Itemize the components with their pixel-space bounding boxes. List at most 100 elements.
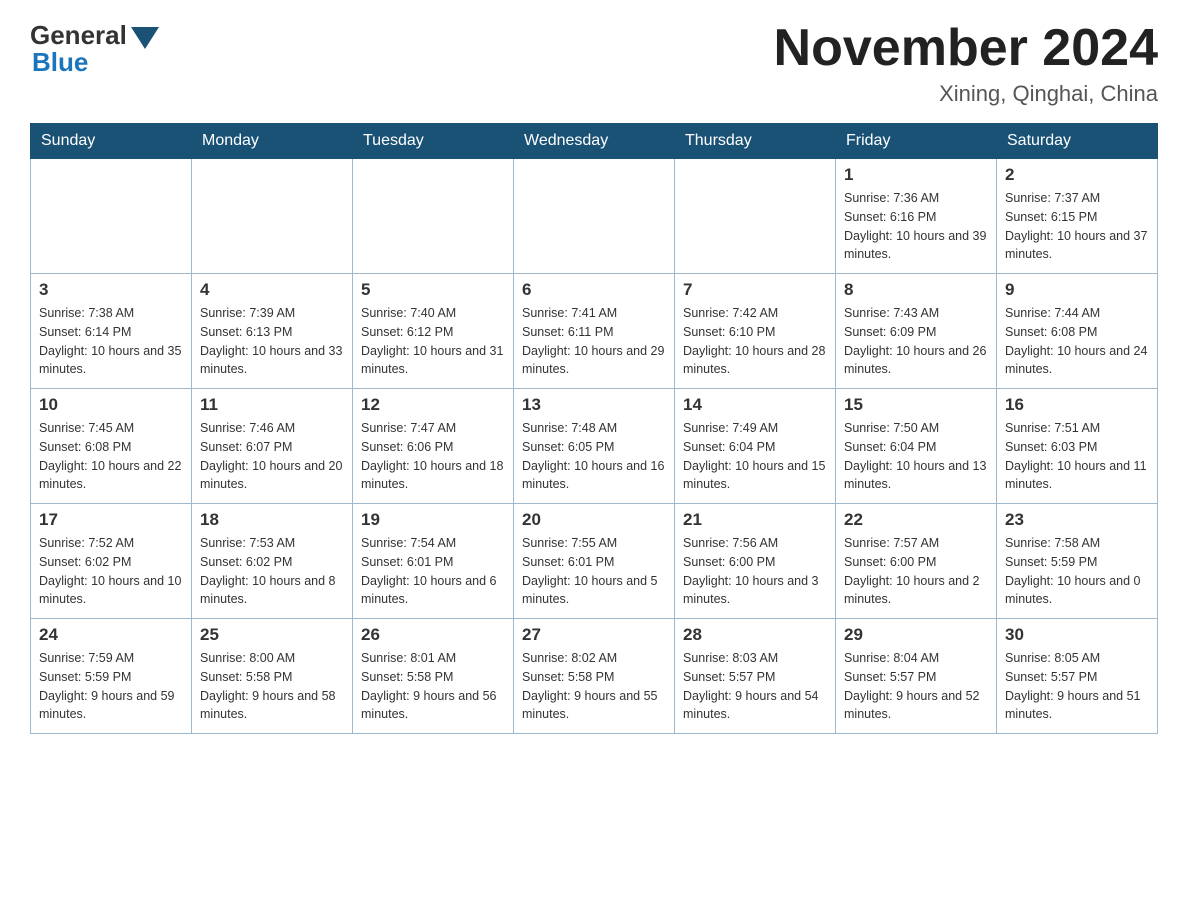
day-number: 9 [1005,280,1149,300]
day-info: Sunrise: 8:01 AMSunset: 5:58 PMDaylight:… [361,649,505,724]
header-tuesday: Tuesday [353,124,514,159]
days-header-row: Sunday Monday Tuesday Wednesday Thursday… [31,124,1158,159]
day-number: 21 [683,510,827,530]
calendar-cell-4-1: 25 Sunrise: 8:00 AMSunset: 5:58 PMDayligh… [192,619,353,734]
day-info: Sunrise: 7:44 AMSunset: 6:08 PMDaylight:… [1005,304,1149,379]
header-saturday: Saturday [997,124,1158,159]
calendar-cell-2-3: 13 Sunrise: 7:48 AMSunset: 6:05 PMDayligh… [514,389,675,504]
day-number: 18 [200,510,344,530]
day-number: 28 [683,625,827,645]
day-number: 4 [200,280,344,300]
day-info: Sunrise: 7:58 AMSunset: 5:59 PMDaylight:… [1005,534,1149,609]
day-info: Sunrise: 7:51 AMSunset: 6:03 PMDaylight:… [1005,419,1149,494]
day-info: Sunrise: 7:55 AMSunset: 6:01 PMDaylight:… [522,534,666,609]
calendar-cell-1-6: 9 Sunrise: 7:44 AMSunset: 6:08 PMDaylight… [997,274,1158,389]
day-info: Sunrise: 7:43 AMSunset: 6:09 PMDaylight:… [844,304,988,379]
day-info: Sunrise: 8:02 AMSunset: 5:58 PMDaylight:… [522,649,666,724]
day-number: 8 [844,280,988,300]
calendar-cell-2-1: 11 Sunrise: 7:46 AMSunset: 6:07 PMDayligh… [192,389,353,504]
week-row-1: 1Sunrise: 7:36 AMSunset: 6:16 PMDaylight… [31,159,1158,274]
day-info: Sunrise: 7:46 AMSunset: 6:07 PMDaylight:… [200,419,344,494]
calendar-cell-3-2: 19Sunrise: 7:54 AMSunset: 6:01 PMDayligh… [353,504,514,619]
calendar-table: Sunday Monday Tuesday Wednesday Thursday… [30,123,1158,734]
calendar-cell-4-0: 24 Sunrise: 7:59 AMSunset: 5:59 PMDayligh… [31,619,192,734]
day-info: Sunrise: 7:39 AMSunset: 6:13 PMDaylight:… [200,304,344,379]
day-info: Sunrise: 7:48 AMSunset: 6:05 PMDaylight:… [522,419,666,494]
day-number: 25 [200,625,344,645]
day-number: 13 [522,395,666,415]
day-info: Sunrise: 7:53 AMSunset: 6:02 PMDaylight:… [200,534,344,609]
calendar-cell-1-2: 5Sunrise: 7:40 AMSunset: 6:12 PMDaylight… [353,274,514,389]
day-number: 1 [844,165,988,185]
header-sunday: Sunday [31,124,192,159]
calendar-cell-3-4: 21 Sunrise: 7:56 AMSunset: 6:00 PMDayligh… [675,504,836,619]
logo-triangle-icon [131,27,159,49]
day-number: 11 [200,395,344,415]
calendar-cell-2-5: 15Sunrise: 7:50 AMSunset: 6:04 PMDayligh… [836,389,997,504]
week-row-3: 10 Sunrise: 7:45 AMSunset: 6:08 PMDayligh… [31,389,1158,504]
calendar-cell-3-6: 23 Sunrise: 7:58 AMSunset: 5:59 PMDayligh… [997,504,1158,619]
day-number: 12 [361,395,505,415]
day-number: 29 [844,625,988,645]
day-number: 3 [39,280,183,300]
day-info: Sunrise: 7:45 AMSunset: 6:08 PMDaylight:… [39,419,183,494]
day-info: Sunrise: 7:42 AMSunset: 6:10 PMDaylight:… [683,304,827,379]
calendar-cell-3-1: 18 Sunrise: 7:53 AMSunset: 6:02 PMDayligh… [192,504,353,619]
day-number: 30 [1005,625,1149,645]
day-info: Sunrise: 7:38 AMSunset: 6:14 PMDaylight:… [39,304,183,379]
day-number: 20 [522,510,666,530]
day-number: 23 [1005,510,1149,530]
day-info: Sunrise: 8:00 AMSunset: 5:58 PMDaylight:… [200,649,344,724]
day-number: 15 [844,395,988,415]
day-number: 6 [522,280,666,300]
day-info: Sunrise: 7:52 AMSunset: 6:02 PMDaylight:… [39,534,183,609]
calendar-cell-2-2: 12 Sunrise: 7:47 AMSunset: 6:06 PMDayligh… [353,389,514,504]
page-header: General Blue November 2024 Xining, Qingh… [30,20,1158,107]
day-info: Sunrise: 7:37 AMSunset: 6:15 PMDaylight:… [1005,189,1149,264]
calendar-cell-2-4: 14 Sunrise: 7:49 AMSunset: 6:04 PMDayligh… [675,389,836,504]
calendar-cell-0-2 [353,159,514,274]
day-info: Sunrise: 7:56 AMSunset: 6:00 PMDaylight:… [683,534,827,609]
calendar-cell-2-0: 10 Sunrise: 7:45 AMSunset: 6:08 PMDayligh… [31,389,192,504]
day-info: Sunrise: 7:54 AMSunset: 6:01 PMDaylight:… [361,534,505,609]
calendar-cell-0-3 [514,159,675,274]
day-number: 10 [39,395,183,415]
title-block: November 2024 Xining, Qinghai, China [774,20,1158,107]
week-row-4: 17Sunrise: 7:52 AMSunset: 6:02 PMDayligh… [31,504,1158,619]
day-info: Sunrise: 8:04 AMSunset: 5:57 PMDaylight:… [844,649,988,724]
day-number: 27 [522,625,666,645]
week-row-5: 24 Sunrise: 7:59 AMSunset: 5:59 PMDayligh… [31,619,1158,734]
week-row-2: 3 Sunrise: 7:38 AMSunset: 6:14 PMDaylight… [31,274,1158,389]
logo: General Blue [30,20,159,78]
day-info: Sunrise: 7:47 AMSunset: 6:06 PMDaylight:… [361,419,505,494]
calendar-cell-1-4: 7 Sunrise: 7:42 AMSunset: 6:10 PMDaylight… [675,274,836,389]
calendar-cell-0-1 [192,159,353,274]
calendar-cell-1-1: 4 Sunrise: 7:39 AMSunset: 6:13 PMDaylight… [192,274,353,389]
calendar-cell-4-4: 28 Sunrise: 8:03 AMSunset: 5:57 PMDayligh… [675,619,836,734]
calendar-cell-0-0 [31,159,192,274]
day-number: 26 [361,625,505,645]
day-info: Sunrise: 7:57 AMSunset: 6:00 PMDaylight:… [844,534,988,609]
day-number: 7 [683,280,827,300]
day-info: Sunrise: 7:40 AMSunset: 6:12 PMDaylight:… [361,304,505,379]
calendar-cell-0-6: 2 Sunrise: 7:37 AMSunset: 6:15 PMDaylight… [997,159,1158,274]
calendar-cell-4-2: 26 Sunrise: 8:01 AMSunset: 5:58 PMDayligh… [353,619,514,734]
header-wednesday: Wednesday [514,124,675,159]
logo-blue-text: Blue [32,47,88,78]
header-thursday: Thursday [675,124,836,159]
day-number: 2 [1005,165,1149,185]
calendar-cell-0-4 [675,159,836,274]
day-number: 24 [39,625,183,645]
header-monday: Monday [192,124,353,159]
calendar-cell-4-5: 29 Sunrise: 8:04 AMSunset: 5:57 PMDayligh… [836,619,997,734]
day-number: 22 [844,510,988,530]
calendar-cell-4-6: 30 Sunrise: 8:05 AMSunset: 5:57 PMDayligh… [997,619,1158,734]
calendar-cell-3-5: 22 Sunrise: 7:57 AMSunset: 6:00 PMDayligh… [836,504,997,619]
day-info: Sunrise: 7:49 AMSunset: 6:04 PMDaylight:… [683,419,827,494]
day-info: Sunrise: 8:05 AMSunset: 5:57 PMDaylight:… [1005,649,1149,724]
day-info: Sunrise: 7:41 AMSunset: 6:11 PMDaylight:… [522,304,666,379]
day-info: Sunrise: 8:03 AMSunset: 5:57 PMDaylight:… [683,649,827,724]
calendar-title: November 2024 [774,20,1158,77]
day-info: Sunrise: 7:59 AMSunset: 5:59 PMDaylight:… [39,649,183,724]
day-number: 14 [683,395,827,415]
